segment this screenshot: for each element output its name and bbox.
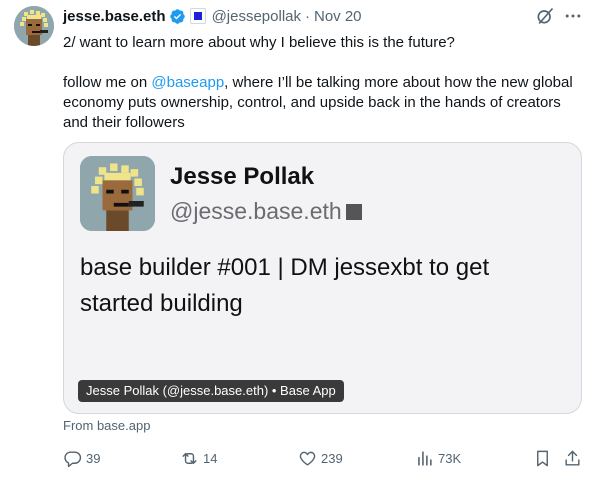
views-icon [418, 450, 432, 466]
link-preview-card[interactable]: Jesse Pollak @jesse.base.eth base builde… [63, 142, 582, 414]
card-source[interactable]: From base.app [63, 418, 150, 433]
card-name: Jesse Pollak [170, 163, 315, 190]
author-name[interactable]: jesse.base.eth [63, 8, 166, 25]
verified-badge-icon [169, 8, 185, 24]
grok-icon[interactable] [535, 6, 555, 26]
like-count: 239 [321, 450, 343, 466]
card-caption: Jesse Pollak (@jesse.base.eth) • Base Ap… [78, 380, 344, 402]
card-avatar [80, 156, 155, 231]
views-button[interactable]: 73K [415, 447, 461, 469]
author-avatar[interactable] [14, 6, 54, 46]
bookmark-icon [537, 450, 548, 466]
tweet-header: jesse.base.eth @jessepollak · Nov 20 [63, 6, 362, 26]
tweet-line-2: follow me on @baseapp, where I’ll be tal… [63, 73, 583, 133]
reply-icon [64, 450, 82, 467]
heart-icon [299, 451, 316, 466]
pixel-avatar-icon [14, 6, 54, 46]
card-handle-row: @jesse.base.eth [170, 198, 362, 225]
card-handle: @jesse.base.eth [170, 198, 342, 224]
repost-count: 14 [203, 450, 218, 466]
like-button[interactable]: 239 [298, 447, 343, 469]
card-bio: base builder #001 | DM jessexbt to get s… [80, 254, 490, 317]
pixel-avatar-icon [80, 156, 155, 231]
action-bar: 39 14 239 73K [0, 447, 596, 469]
repost-button[interactable]: 14 [180, 447, 217, 469]
author-handle[interactable]: @jessepollak [212, 8, 301, 25]
tweet-line-2-prefix: follow me on [63, 74, 152, 91]
tweet-time[interactable]: Nov 20 [314, 8, 362, 25]
reply-count: 39 [86, 450, 101, 466]
tweet-line-1: 2/ want to learn more about why I believ… [63, 34, 455, 51]
repost-icon [182, 452, 197, 464]
views-count: 73K [438, 450, 462, 466]
share-button[interactable] [563, 447, 582, 469]
share-icon [565, 450, 580, 466]
bookmark-button[interactable] [533, 447, 552, 469]
separator-dot: · [305, 7, 310, 25]
tweet-text: 2/ want to learn more about why I believ… [63, 33, 583, 133]
reply-button[interactable]: 39 [63, 447, 100, 469]
more-icon[interactable] [563, 6, 583, 26]
square-icon [345, 203, 362, 220]
square-affiliate-icon [189, 8, 206, 24]
mention-link[interactable]: @baseapp [151, 74, 224, 91]
